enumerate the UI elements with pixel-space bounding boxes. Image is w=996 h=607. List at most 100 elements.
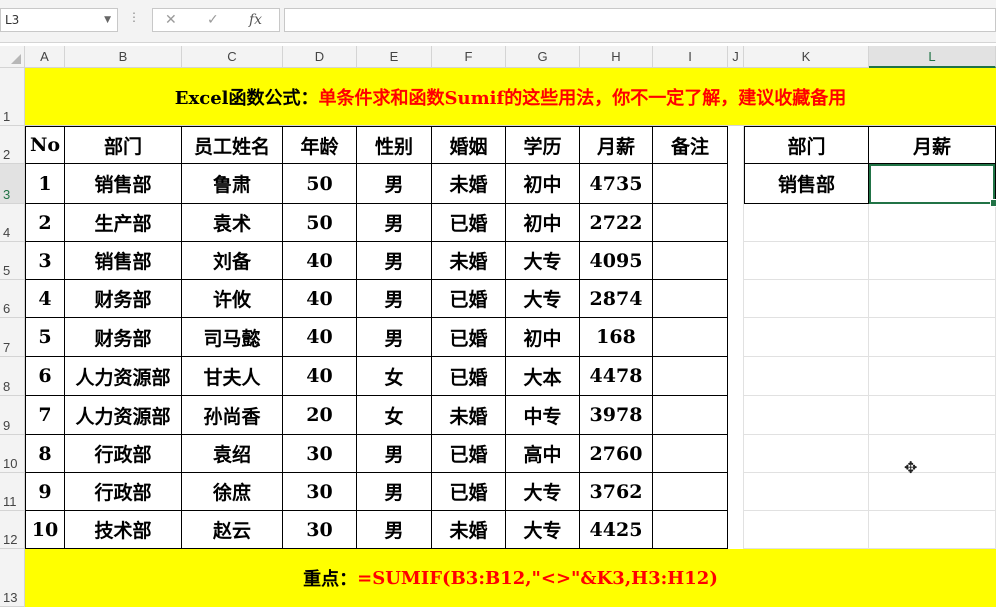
row-header-3[interactable]: 3 — [0, 164, 25, 204]
table-cell[interactable]: 销售部 — [65, 242, 182, 280]
table-header-cell[interactable]: 学历 — [506, 126, 580, 164]
table-cell[interactable]: 大本 — [506, 357, 580, 396]
table-cell[interactable]: 男 — [357, 318, 432, 357]
more-options-icon[interactable]: ⋮ — [128, 10, 140, 24]
row-header-4[interactable]: 4 — [0, 204, 25, 242]
table-cell[interactable]: 刘备 — [182, 242, 283, 280]
table-cell[interactable]: 3978 — [580, 396, 653, 435]
table-cell[interactable] — [653, 318, 728, 357]
table-cell[interactable]: 大专 — [506, 280, 580, 318]
table-cell[interactable]: 袁绍 — [182, 435, 283, 473]
table-cell[interactable]: 3 — [25, 242, 65, 280]
empty-cell[interactable] — [744, 357, 869, 396]
table-cell[interactable]: 袁术 — [182, 204, 283, 242]
table-cell[interactable] — [653, 396, 728, 435]
table-cell[interactable]: 已婚 — [432, 204, 506, 242]
column-header-f[interactable]: F — [432, 46, 506, 68]
table-header-cell[interactable]: 年龄 — [283, 126, 357, 164]
table-cell[interactable]: 大专 — [506, 473, 580, 511]
row-header-6[interactable]: 6 — [0, 280, 25, 318]
table-cell[interactable]: 行政部 — [65, 473, 182, 511]
table-cell[interactable] — [653, 435, 728, 473]
table-cell[interactable]: 20 — [283, 396, 357, 435]
table-cell[interactable]: 女 — [357, 357, 432, 396]
table-cell[interactable]: 30 — [283, 511, 357, 549]
empty-cell[interactable] — [744, 396, 869, 435]
table-cell[interactable]: 30 — [283, 473, 357, 511]
table-cell[interactable]: 男 — [357, 280, 432, 318]
table-cell[interactable]: 1 — [25, 164, 65, 204]
cancel-icon[interactable]: ✕ — [165, 9, 177, 31]
empty-cell[interactable] — [744, 204, 869, 242]
row-header-10[interactable]: 10 — [0, 435, 25, 473]
table-cell[interactable]: 40 — [283, 242, 357, 280]
chevron-down-icon[interactable]: ▼ — [104, 9, 111, 31]
table-header-cell[interactable]: 备注 — [653, 126, 728, 164]
empty-cell[interactable] — [869, 242, 996, 280]
table-cell[interactable]: 30 — [283, 435, 357, 473]
table-cell[interactable]: 赵云 — [182, 511, 283, 549]
table-cell[interactable]: 许攸 — [182, 280, 283, 318]
name-box[interactable]: L3 ▼ — [0, 8, 118, 32]
table-cell[interactable]: 初中 — [506, 204, 580, 242]
lookup-header-department[interactable]: 部门 — [744, 126, 869, 164]
empty-cell[interactable] — [869, 318, 996, 357]
table-cell[interactable]: 已婚 — [432, 473, 506, 511]
table-cell[interactable]: 财务部 — [65, 280, 182, 318]
table-cell[interactable]: 2 — [25, 204, 65, 242]
table-cell[interactable]: 4425 — [580, 511, 653, 549]
table-cell[interactable]: 大专 — [506, 511, 580, 549]
row-header-2[interactable]: 2 — [0, 126, 25, 164]
empty-cell[interactable] — [744, 242, 869, 280]
table-cell[interactable]: 初中 — [506, 164, 580, 204]
table-cell[interactable]: 司马懿 — [182, 318, 283, 357]
table-cell[interactable]: 10 — [25, 511, 65, 549]
table-cell[interactable]: 男 — [357, 511, 432, 549]
table-cell[interactable]: 徐庶 — [182, 473, 283, 511]
empty-cell[interactable] — [869, 357, 996, 396]
table-cell[interactable]: 已婚 — [432, 318, 506, 357]
table-header-cell[interactable]: 部门 — [65, 126, 182, 164]
check-icon[interactable]: ✓ — [207, 9, 219, 31]
lookup-department-cell[interactable]: 销售部 — [744, 164, 869, 204]
table-cell[interactable]: 未婚 — [432, 242, 506, 280]
table-cell[interactable]: 销售部 — [65, 164, 182, 204]
select-all-corner[interactable] — [0, 46, 25, 68]
table-cell[interactable]: 生产部 — [65, 204, 182, 242]
table-header-cell[interactable]: No — [25, 126, 65, 164]
table-cell[interactable]: 6 — [25, 357, 65, 396]
table-cell[interactable]: 女 — [357, 396, 432, 435]
table-cell[interactable] — [653, 164, 728, 204]
table-cell[interactable]: 已婚 — [432, 280, 506, 318]
table-cell[interactable]: 2722 — [580, 204, 653, 242]
fill-handle[interactable] — [990, 199, 996, 207]
table-cell[interactable]: 大专 — [506, 242, 580, 280]
title-banner[interactable]: Excel函数公式： 单条件求和函数Sumif的这些用法，你不一定了解，建议收藏备… — [25, 68, 996, 126]
table-cell[interactable]: 9 — [25, 473, 65, 511]
table-cell[interactable]: 8 — [25, 435, 65, 473]
column-header-e[interactable]: E — [357, 46, 432, 68]
table-cell[interactable]: 男 — [357, 204, 432, 242]
table-cell[interactable]: 168 — [580, 318, 653, 357]
table-cell[interactable] — [653, 511, 728, 549]
table-cell[interactable]: 未婚 — [432, 164, 506, 204]
empty-cell[interactable] — [869, 396, 996, 435]
empty-cell[interactable] — [869, 204, 996, 242]
empty-cell[interactable] — [744, 280, 869, 318]
column-header-d[interactable]: D — [283, 46, 357, 68]
table-cell[interactable]: 财务部 — [65, 318, 182, 357]
table-cell[interactable] — [653, 473, 728, 511]
table-cell[interactable]: 人力资源部 — [65, 357, 182, 396]
column-header-g[interactable]: G — [506, 46, 580, 68]
table-cell[interactable]: 行政部 — [65, 435, 182, 473]
empty-cell[interactable] — [744, 435, 869, 473]
row-header-1[interactable]: 1 — [0, 68, 25, 126]
table-header-cell[interactable]: 性别 — [357, 126, 432, 164]
table-cell[interactable]: 鲁肃 — [182, 164, 283, 204]
column-header-i[interactable]: I — [653, 46, 728, 68]
table-cell[interactable]: 2760 — [580, 435, 653, 473]
empty-cell[interactable] — [744, 511, 869, 549]
table-cell[interactable]: 4095 — [580, 242, 653, 280]
table-cell[interactable]: 7 — [25, 396, 65, 435]
table-cell[interactable]: 男 — [357, 435, 432, 473]
